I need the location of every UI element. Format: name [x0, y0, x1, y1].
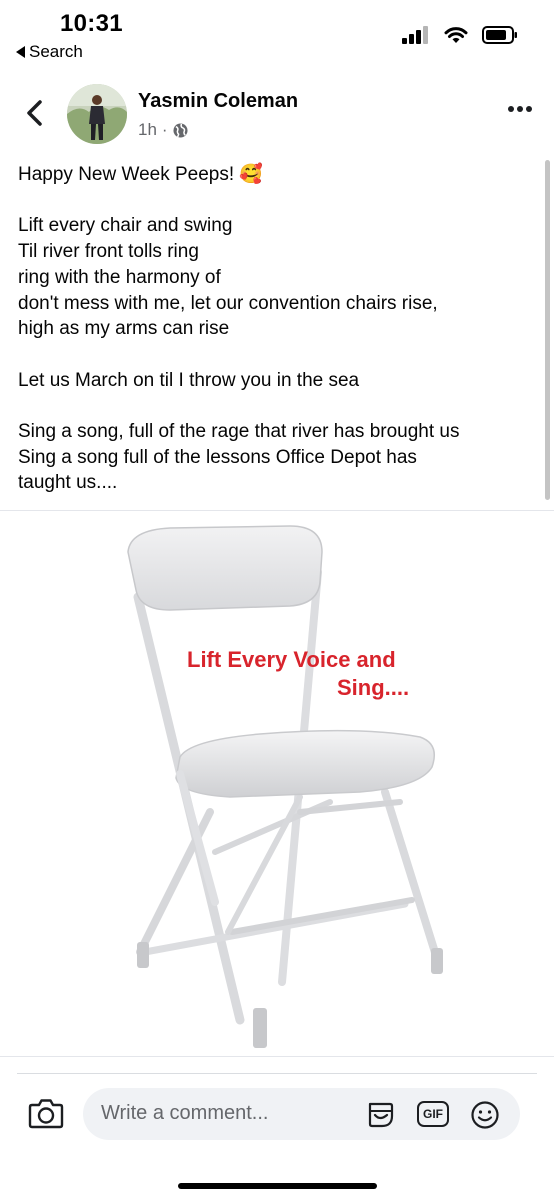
camera-icon[interactable] — [28, 1097, 64, 1129]
emoji-icon[interactable] — [470, 1100, 500, 1130]
post-line: Let us March on til I throw you in the s… — [18, 369, 360, 391]
image-caption: Lift Every Voice and Sing.... — [187, 646, 409, 702]
dot-icon — [526, 106, 532, 112]
back-chevron-icon[interactable] — [24, 98, 46, 128]
comment-bar: Write a comment... GIF — [0, 1070, 554, 1160]
post-line: Sing a song full of the lessons Office D… — [18, 446, 417, 468]
post-text: Happy New Week Peeps! 🥰 Lift every chair… — [18, 162, 538, 496]
post-time[interactable]: 1h — [138, 120, 157, 140]
post-line: taught us.... — [18, 472, 118, 494]
caption-line-1: Lift Every Voice and — [187, 647, 396, 672]
comment-input[interactable]: Write a comment... GIF — [83, 1088, 520, 1140]
more-options-button[interactable] — [508, 106, 532, 112]
system-icons — [402, 26, 518, 44]
back-arrow-icon — [16, 46, 25, 58]
post-line: ring with the harmony of — [18, 266, 221, 288]
globe-icon — [173, 122, 188, 138]
avatar-photo-icon — [67, 84, 127, 144]
caption-line-2: Sing.... — [337, 675, 410, 700]
post-meta: 1h · — [138, 120, 188, 140]
dot-icon — [508, 106, 514, 112]
post-line: don't mess with me, let our convention c… — [18, 292, 438, 314]
avatar[interactable] — [67, 84, 127, 144]
battery-icon — [482, 26, 517, 44]
dot-icon — [517, 106, 523, 112]
folding-chair-icon — [127, 525, 443, 1048]
divider — [0, 510, 554, 511]
post-image[interactable] — [0, 512, 554, 1057]
wifi-icon — [444, 27, 468, 43]
author-name[interactable]: Yasmin Coleman — [138, 90, 298, 113]
post-line: Lift every chair and swing — [18, 215, 233, 237]
post-line: Til river front tolls ring — [18, 241, 199, 263]
sticker-icon[interactable] — [365, 1100, 395, 1130]
clock: 10:31 — [60, 10, 123, 37]
post-header: Yasmin Coleman 1h · — [0, 82, 554, 150]
home-indicator[interactable] — [178, 1183, 377, 1189]
post-line: Happy New Week Peeps! 🥰 — [18, 164, 264, 185]
image-bottom-divider — [0, 1056, 554, 1057]
comment-placeholder: Write a comment... — [101, 1102, 269, 1124]
back-to-app-link[interactable]: Search — [16, 42, 83, 62]
post-line: Sing a song, full of the rage that river… — [18, 420, 460, 442]
post-line: high as my arms can rise — [18, 318, 230, 340]
gif-icon[interactable]: GIF — [417, 1101, 449, 1127]
signal-icon — [402, 26, 428, 44]
scrollbar[interactable] — [545, 160, 550, 500]
status-bar: 10:31 Search — [0, 0, 554, 72]
gif-label: GIF — [423, 1107, 443, 1121]
meta-separator: · — [161, 120, 168, 139]
back-app-label: Search — [29, 42, 83, 61]
